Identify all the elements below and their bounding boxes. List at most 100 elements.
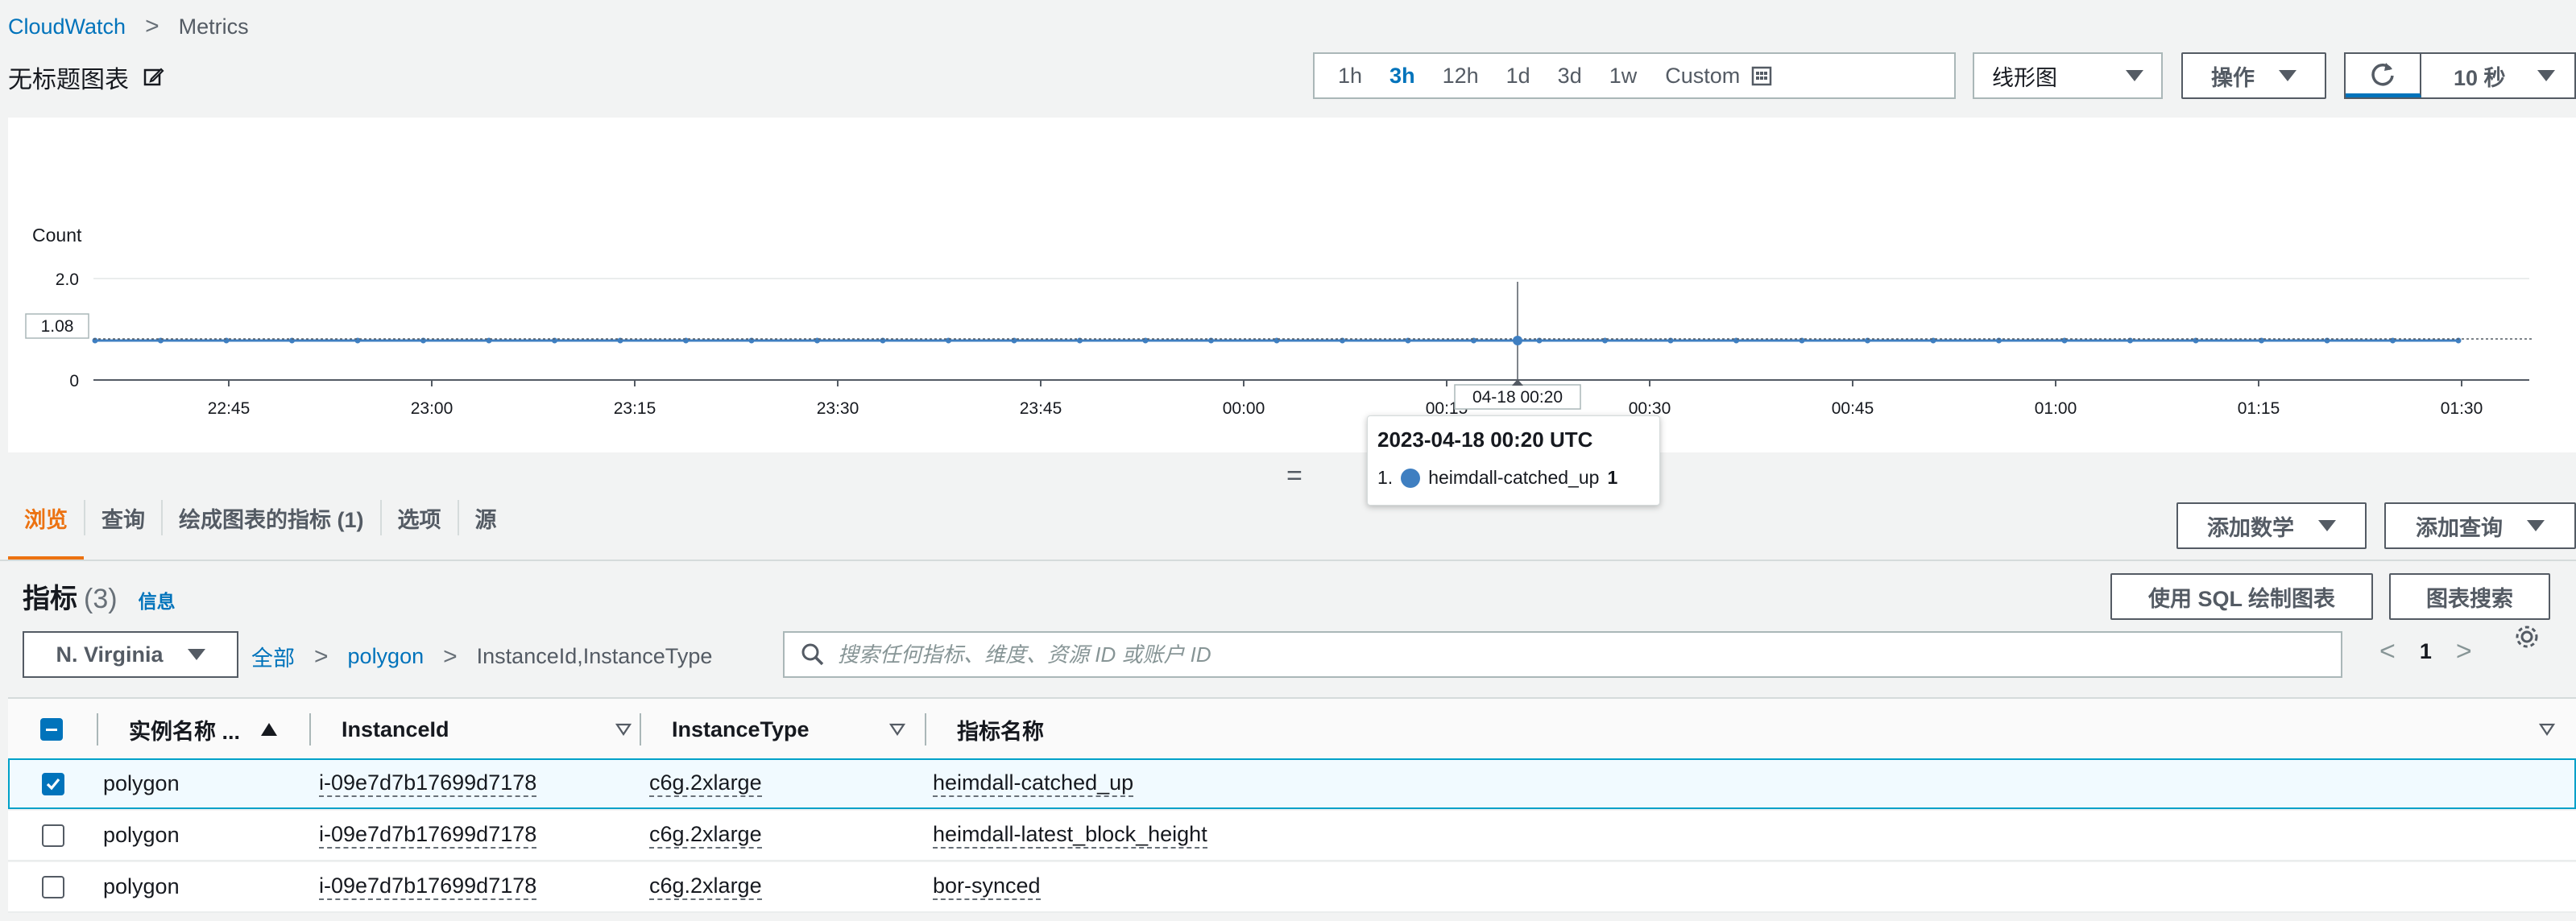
- row-instance-type[interactable]: c6g.2xlarge: [649, 822, 762, 849]
- chevron-right-icon[interactable]: >: [2456, 636, 2472, 667]
- pagination: < 1 >: [2379, 636, 2472, 667]
- info-link[interactable]: 信息: [139, 586, 176, 613]
- row-checkbox[interactable]: [42, 824, 64, 847]
- row-checkbox[interactable]: [42, 875, 64, 898]
- time-range-custom[interactable]: Custom: [1650, 64, 1772, 89]
- metric-search-input[interactable]: [838, 642, 2341, 667]
- settings-gear-icon[interactable]: [2513, 623, 2541, 650]
- row-instance-id[interactable]: i-09e7d7b17699d7178: [319, 770, 537, 798]
- path-all-link[interactable]: 全部: [251, 641, 295, 672]
- calendar-icon: [1752, 66, 1772, 86]
- time-range-1d[interactable]: 1d: [1493, 64, 1544, 89]
- time-range-3h[interactable]: 3h: [1376, 64, 1429, 89]
- row-instance-type[interactable]: c6g.2xlarge: [649, 770, 762, 798]
- table-row[interactable]: polygon i-09e7d7b17699d7178 c6g.2xlarge …: [8, 758, 2576, 809]
- tooltip-series-name: heimdall-catched_up: [1428, 467, 1600, 488]
- edit-icon[interactable]: [143, 67, 164, 88]
- breadcrumb-cloudwatch-link[interactable]: CloudWatch: [8, 14, 126, 39]
- row-checkbox[interactable]: [42, 772, 64, 795]
- tab-query[interactable]: 查询: [85, 475, 161, 560]
- chart-type-select[interactable]: 线形图: [1973, 52, 2163, 99]
- refresh-button[interactable]: [2346, 54, 2421, 97]
- time-range-1w[interactable]: 1w: [1596, 64, 1651, 89]
- resize-handle-icon[interactable]: =: [1286, 460, 1302, 492]
- row-instance-name: polygon: [103, 874, 180, 898]
- metrics-heading: 指标 (3) 信息: [23, 576, 176, 616]
- table-row[interactable]: polygon i-09e7d7b17699d7178 c6g.2xlarge …: [8, 811, 2576, 861]
- tab-options[interactable]: 选项: [382, 475, 458, 560]
- caret-down-icon: [2126, 70, 2143, 81]
- time-range-3d[interactable]: 3d: [1544, 64, 1596, 89]
- caret-down-icon: [2537, 70, 2555, 81]
- refresh-control: 10 秒: [2344, 52, 2576, 99]
- row-metric-name[interactable]: heimdall-latest_block_height: [933, 822, 1207, 849]
- graph-title: 无标题图表: [8, 67, 129, 93]
- metrics-table-header: 实例名称 ... InstanceId InstanceType 指标名称: [8, 697, 2576, 760]
- row-instance-id[interactable]: i-09e7d7b17699d7178: [319, 822, 537, 849]
- x-tick-label: 01:30: [2441, 399, 2483, 418]
- row-metric-name[interactable]: bor-synced: [933, 874, 1041, 901]
- time-range-12h[interactable]: 12h: [1429, 64, 1493, 89]
- x-tick-label: 01:15: [2238, 399, 2280, 418]
- line-chart[interactable]: Count 2.0 0 22:45 23:00 23:15 23:30 23:45 00:00 0…: [8, 118, 2576, 452]
- x-tick-label: 23:30: [817, 399, 859, 418]
- select-all-checkbox[interactable]: [40, 718, 63, 741]
- caret-down-icon: [2318, 520, 2336, 531]
- path-namespace-link[interactable]: polygon: [348, 644, 425, 669]
- tooltip-value: 1: [1607, 467, 1618, 488]
- tab-source[interactable]: 源: [459, 475, 513, 560]
- refresh-interval-value: 10 秒: [2454, 65, 2506, 90]
- column-label: 指标名称: [957, 719, 1044, 744]
- hover-y-label: 1.08: [41, 317, 74, 336]
- hover-x-label: 04-18 00:20: [1472, 388, 1563, 407]
- time-range-1h[interactable]: 1h: [1324, 64, 1376, 89]
- tooltip-row: 1. heimdall-catched_up 1: [1377, 467, 1650, 489]
- row-instance-name: polygon: [103, 823, 180, 847]
- add-query-button[interactable]: 添加查询: [2384, 502, 2576, 549]
- time-range-selector: 1h 3h 12h 1d 3d 1w Custom: [1313, 52, 1956, 99]
- chevron-left-icon[interactable]: <: [2379, 636, 2396, 667]
- custom-label: Custom: [1665, 63, 1741, 88]
- x-tick-label: 23:00: [411, 399, 453, 418]
- refresh-icon: [2371, 62, 2394, 85]
- y-axis-label: Count: [32, 225, 82, 246]
- region-select[interactable]: N. Virginia: [23, 631, 238, 678]
- x-tick-label: 23:15: [614, 399, 656, 418]
- current-page[interactable]: 1: [2420, 639, 2432, 664]
- metric-search: [783, 631, 2342, 678]
- chevron-right-icon: >: [443, 642, 458, 670]
- tab-browse[interactable]: 浏览: [8, 475, 84, 560]
- column-header-instance-name[interactable]: 实例名称 ...: [129, 699, 278, 760]
- column-divider: [97, 713, 98, 745]
- breadcrumb-current: Metrics: [178, 14, 249, 39]
- column-divider: [309, 713, 311, 745]
- tooltip-index: 1.: [1377, 467, 1394, 488]
- table-row[interactable]: polygon i-09e7d7b17699d7178 c6g.2xlarge …: [8, 862, 2576, 913]
- row-instance-id[interactable]: i-09e7d7b17699d7178: [319, 874, 537, 901]
- add-query-label: 添加查询: [2416, 515, 2503, 540]
- path-dimensions: InstanceId,InstanceType: [476, 644, 713, 668]
- graph-search-button[interactable]: 图表搜索: [2389, 573, 2550, 620]
- x-tick-label: 00:45: [1832, 399, 1874, 418]
- row-instance-type[interactable]: c6g.2xlarge: [649, 874, 762, 901]
- caret-down-icon: [187, 649, 205, 660]
- add-math-button[interactable]: 添加数学: [2176, 502, 2367, 549]
- sql-graph-button[interactable]: 使用 SQL 绘制图表: [2110, 573, 2373, 620]
- column-header-metric-sort[interactable]: [2539, 699, 2555, 760]
- column-header-instance-id[interactable]: InstanceId: [342, 699, 632, 760]
- x-tick-label: 00:00: [1223, 399, 1265, 418]
- hover-point: [1513, 336, 1522, 345]
- row-metric-name[interactable]: heimdall-catched_up: [933, 770, 1134, 798]
- column-label: InstanceId: [342, 717, 449, 741]
- chevron-right-icon: >: [314, 642, 329, 670]
- actions-button[interactable]: 操作: [2181, 52, 2326, 99]
- column-header-metric-name[interactable]: 指标名称: [957, 699, 1044, 760]
- refresh-interval-select[interactable]: 10 秒: [2421, 54, 2574, 97]
- caret-down-icon: [2527, 520, 2545, 531]
- row-select-cell: [42, 760, 64, 807]
- column-header-instance-type[interactable]: InstanceType: [672, 699, 905, 760]
- column-divider: [925, 713, 926, 745]
- row-instance-name: polygon: [103, 771, 180, 795]
- chart-type-value: 线形图: [1992, 65, 2057, 90]
- tab-graphed-metrics[interactable]: 绘成图表的指标 (1): [163, 475, 380, 560]
